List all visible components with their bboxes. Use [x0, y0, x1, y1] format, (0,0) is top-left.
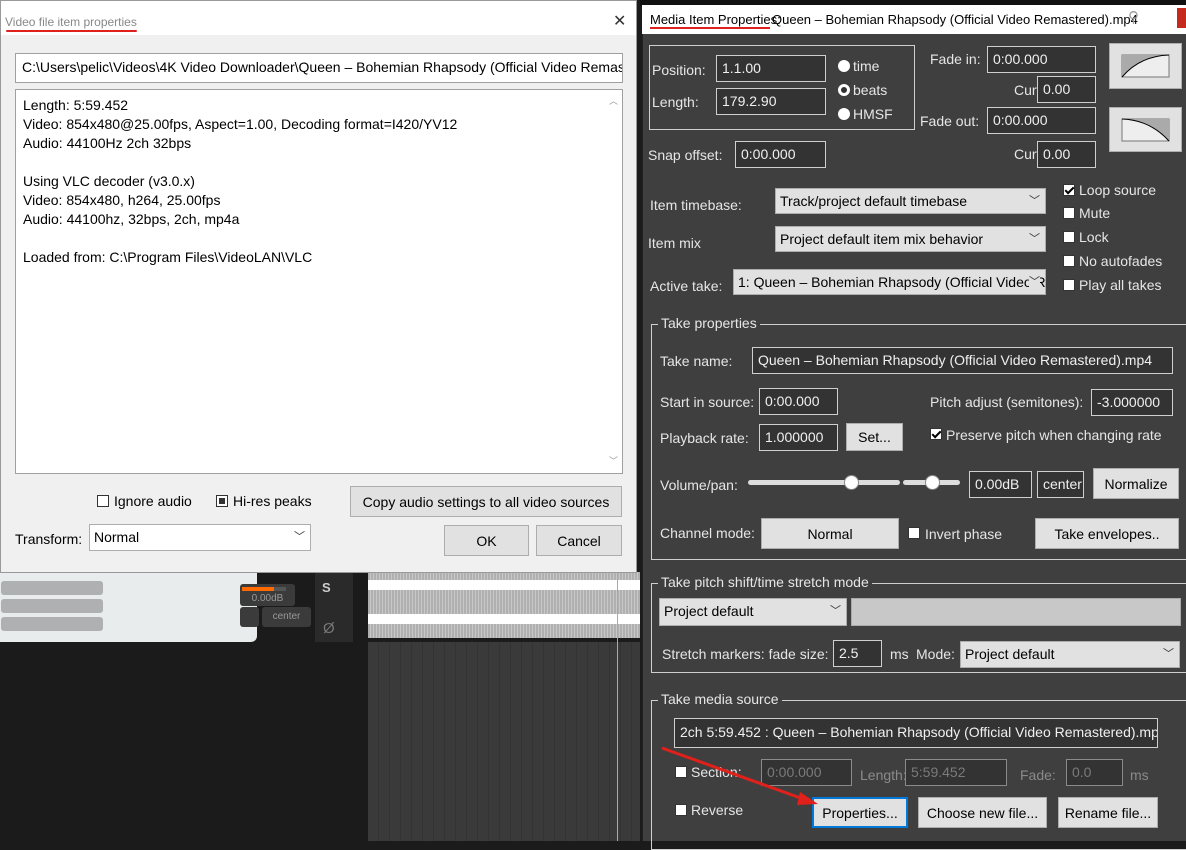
annotation-arrow — [661, 746, 818, 805]
